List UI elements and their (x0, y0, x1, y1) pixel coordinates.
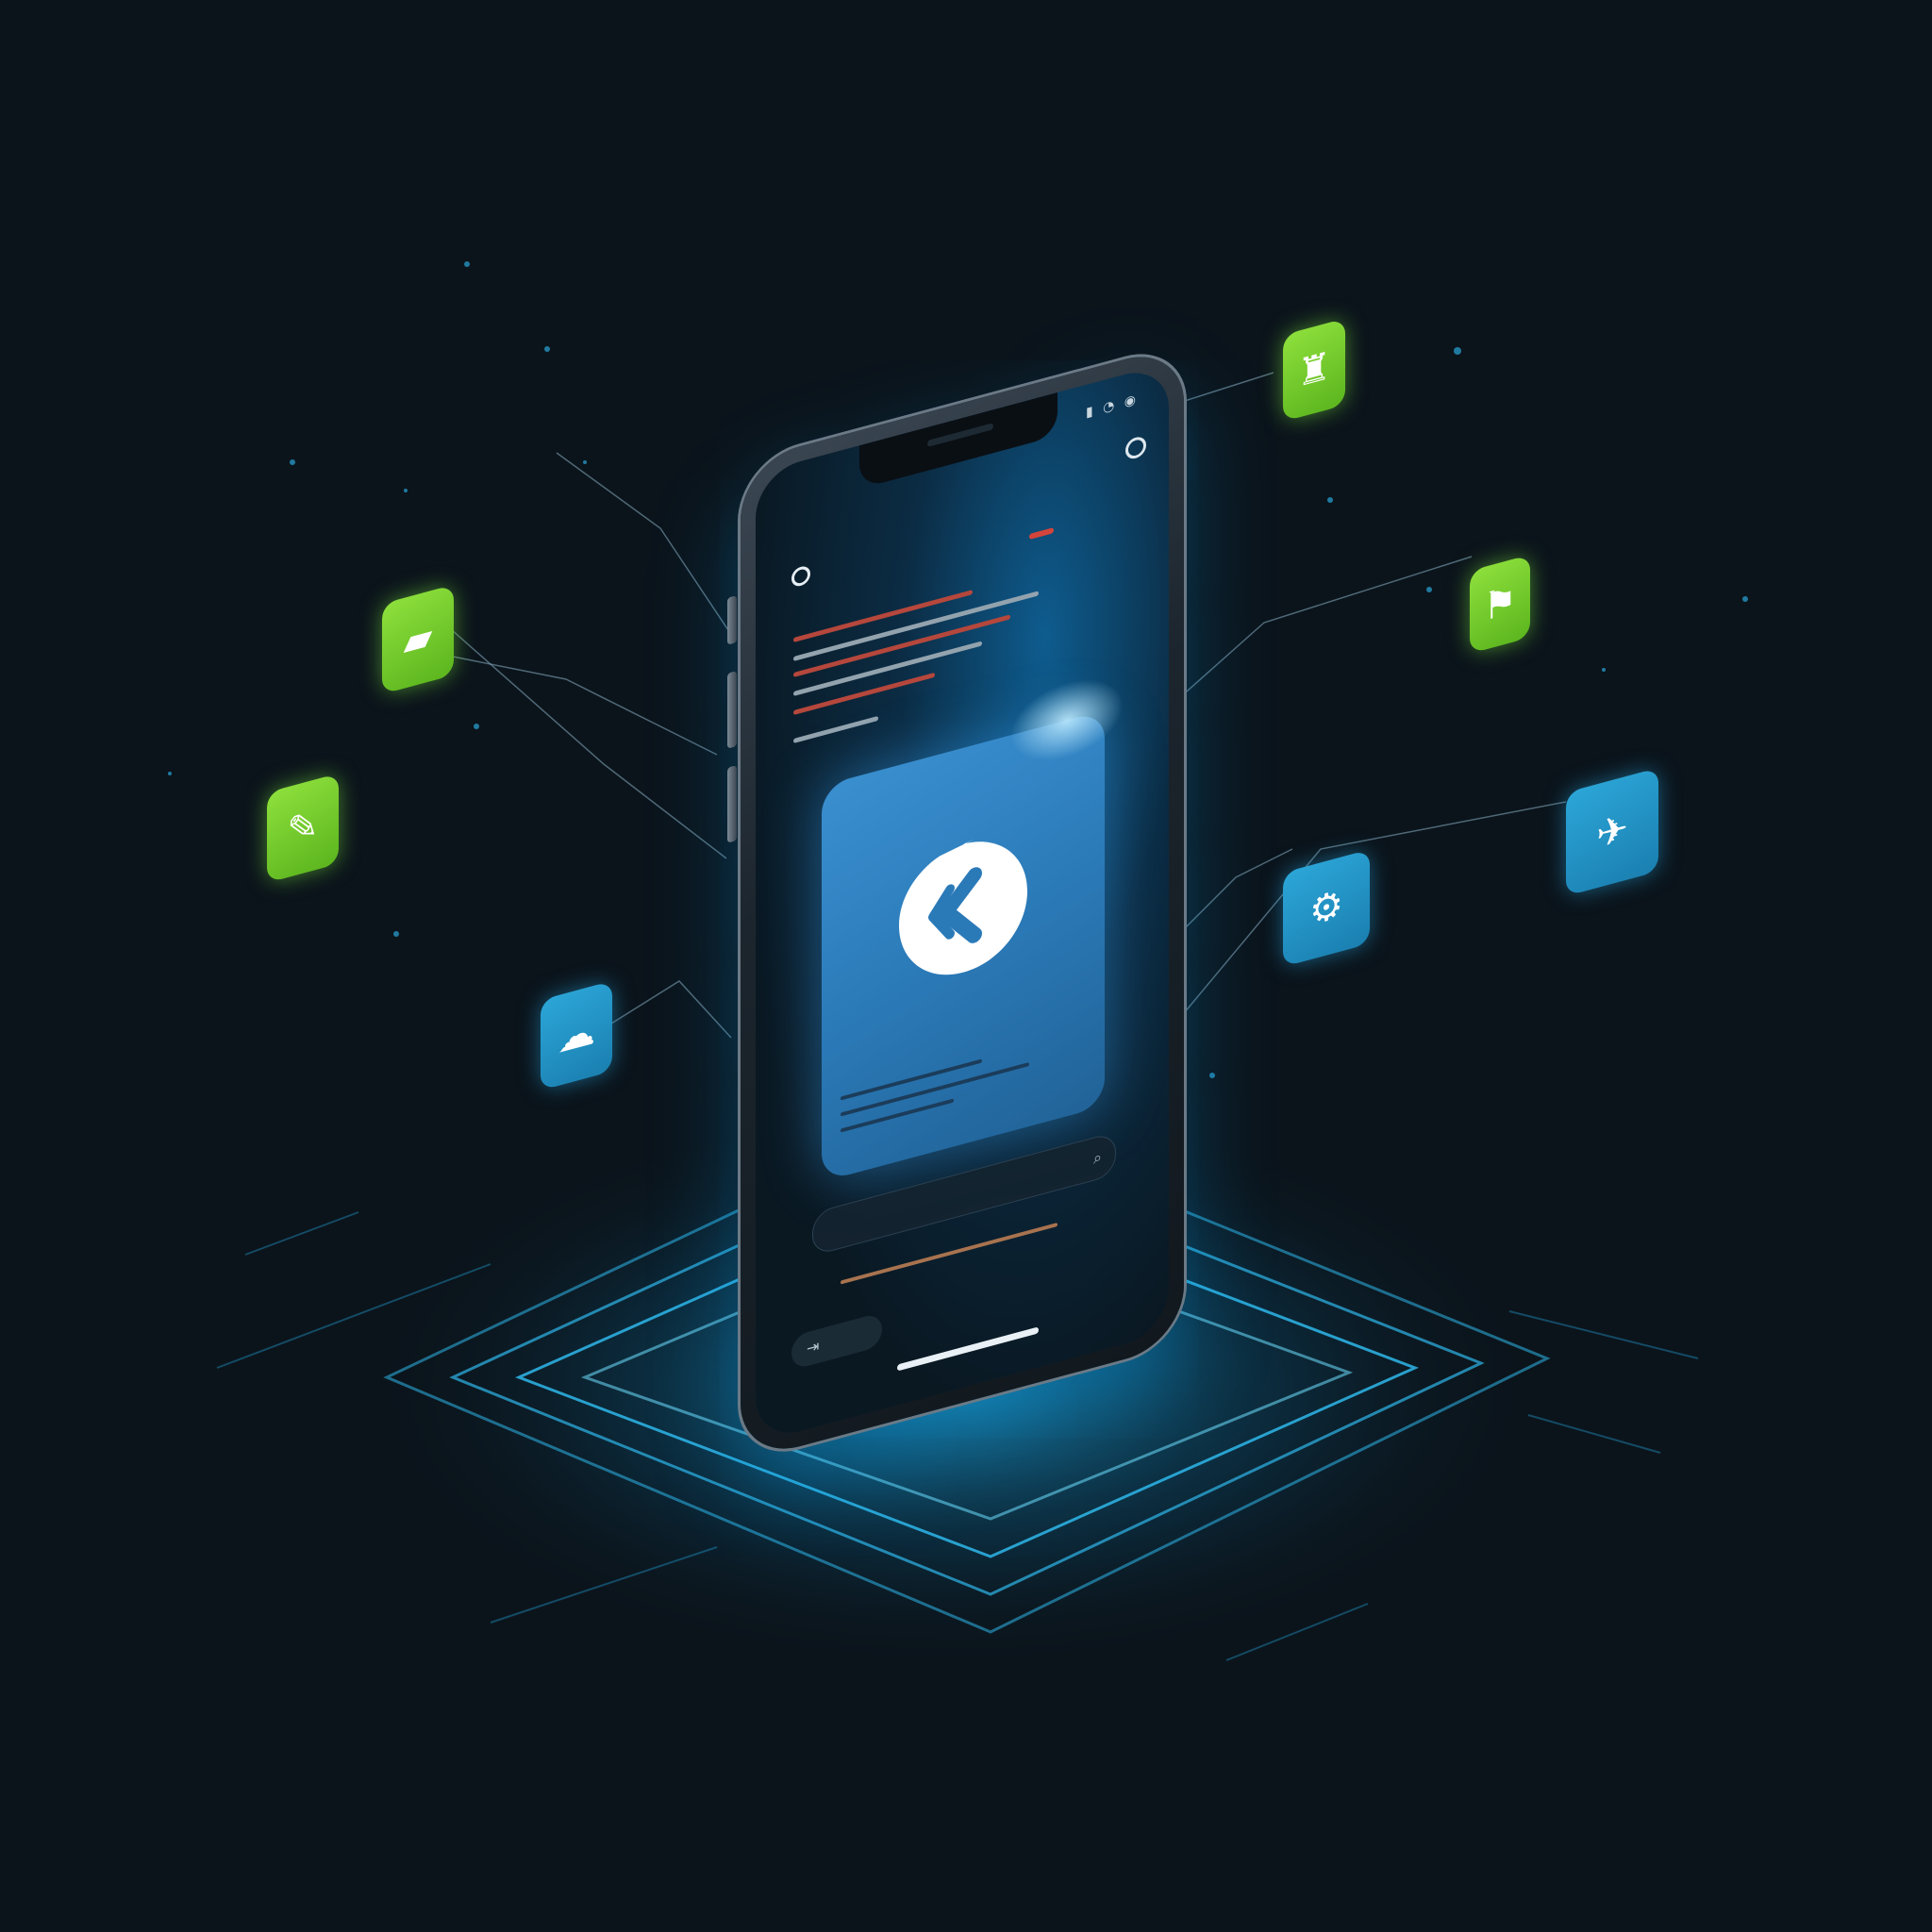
text-line (793, 672, 935, 715)
smartphone: ▮ ◔ ◉ ⌕ ⇥ (727, 343, 1184, 1463)
card-text-line (841, 1098, 954, 1133)
silent-switch[interactable] (727, 595, 737, 645)
screen-header (791, 561, 820, 589)
search-icon[interactable]: ⌕ (1093, 1147, 1102, 1168)
expand-icon: ⇥ (807, 1336, 820, 1358)
bottom-action-button[interactable]: ⇥ (791, 1311, 882, 1371)
card-glow (1010, 667, 1124, 774)
header-circle-icon (791, 564, 810, 589)
text-line (793, 591, 1039, 661)
app-card[interactable] (822, 667, 1124, 1182)
settings-icon[interactable] (1125, 434, 1146, 461)
app-logo-icon (899, 839, 1027, 975)
volume-down-button[interactable] (727, 765, 737, 843)
speaker-grille (927, 423, 993, 447)
text-line (793, 715, 878, 743)
notification-badge (1029, 527, 1054, 541)
home-indicator[interactable] (897, 1326, 1039, 1372)
phone-screen: ▮ ◔ ◉ ⌕ ⇥ (756, 362, 1169, 1443)
volume-up-button[interactable] (727, 671, 737, 749)
scene: ▰ ✎ ☁ ♜ ⚑ ⚙ ✈ ▮ ◔ ◉ ⌕ ⇥ (0, 0, 1932, 1932)
green-app-icon-3[interactable]: ♜ (1283, 318, 1345, 422)
status-icons: ▮ ◔ ◉ (1085, 391, 1139, 421)
